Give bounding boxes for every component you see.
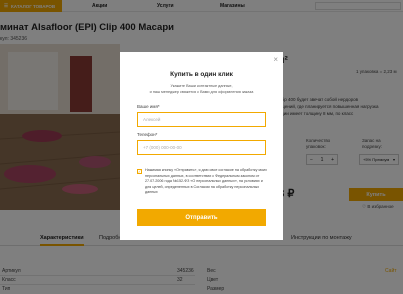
close-icon[interactable]: × [273,56,278,64]
checkmark-icon: ✓ [137,168,142,174]
phone-label: Телефон* [137,132,158,137]
name-field[interactable] [137,112,266,127]
submit-button[interactable]: Отправить [137,209,266,226]
one-click-buy-modal: × Купить в один клик Укажите Ваши контак… [120,52,283,240]
modal-title: Купить в один клик [170,71,233,78]
name-label: Ваше имя* [137,104,160,109]
consent-text: Нажимая кнопку «Отправить», я даю свое с… [145,168,267,195]
consent-checkbox[interactable]: ✓ [137,169,142,174]
phone-field[interactable] [137,140,266,155]
modal-description: Укажите Ваши контактные данные, и наш ме… [149,84,254,94]
